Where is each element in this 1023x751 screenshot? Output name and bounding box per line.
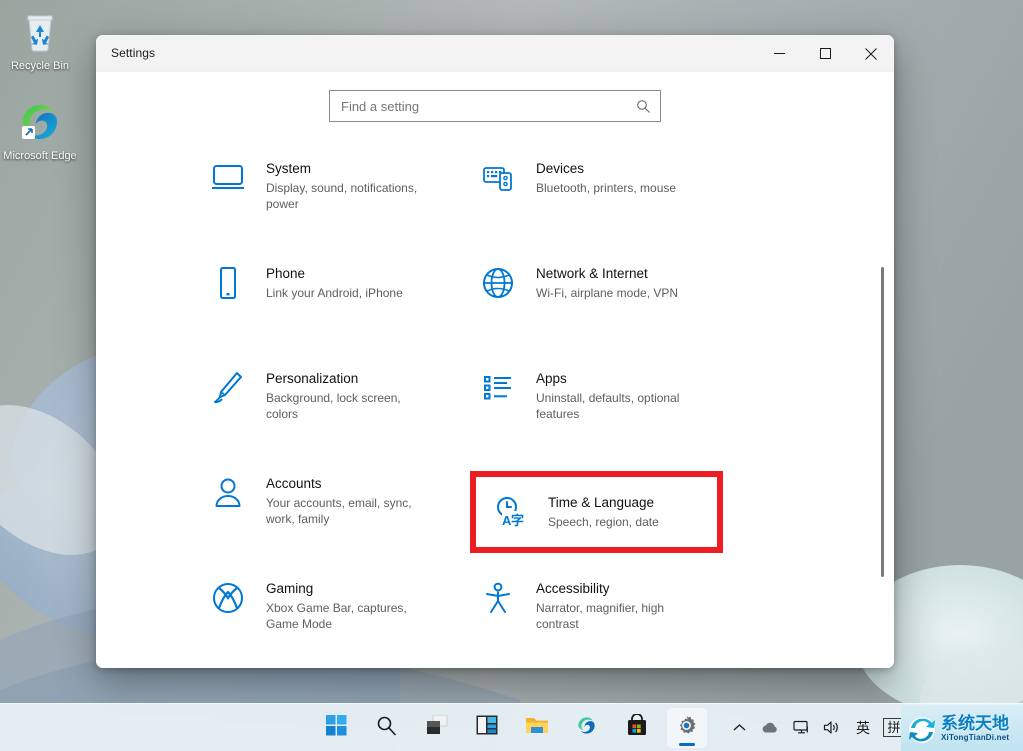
taskbar-item-file-explorer[interactable] [517, 708, 557, 748]
tile-description: Background, lock screen, colors [266, 390, 436, 422]
window-scrollbar[interactable] [876, 72, 888, 668]
minimize-button[interactable] [756, 35, 802, 72]
settings-tile-devices[interactable]: Devices Bluetooth, printers, mouse [476, 150, 746, 255]
taskbar-item-widgets[interactable] [467, 708, 507, 748]
applist-icon [476, 368, 520, 408]
search-icon [376, 715, 397, 741]
tile-title: Personalization [266, 370, 436, 387]
monitor-icon [206, 158, 250, 198]
desktop-icon-microsoft-edge[interactable]: Microsoft Edge [0, 98, 80, 163]
xbox-icon [206, 578, 250, 618]
person-icon [206, 473, 250, 513]
settings-tile-apps[interactable]: Apps Uninstall, defaults, optional featu… [476, 360, 746, 465]
window-titlebar[interactable]: Settings [96, 35, 894, 72]
close-button[interactable] [848, 35, 894, 72]
tile-title: Devices [536, 160, 676, 177]
chevron-up-icon[interactable] [728, 713, 750, 743]
settings-tile-time-language[interactable]: A 字 Time & Language Speech, region, date [476, 477, 717, 547]
ime-english-icon[interactable]: 英 [852, 713, 874, 743]
time-language-icon: A 字 [488, 492, 532, 532]
settings-tile-personalization[interactable]: Personalization Background, lock screen,… [206, 360, 476, 465]
tile-description: Display, sound, notifications, power [266, 180, 436, 212]
desktop-icon-label-line2: Edge [51, 150, 77, 162]
taskbar-item-task-view[interactable] [417, 708, 457, 748]
tile-description: Wi-Fi, airplane mode, VPN [536, 285, 678, 301]
tile-title: Accounts [266, 475, 436, 492]
svg-text:字: 字 [511, 513, 524, 528]
task-view-icon [426, 715, 448, 740]
taskbar-item-start[interactable] [317, 708, 357, 748]
taskbar-item-search[interactable] [367, 708, 407, 748]
tile-description: Your accounts, email, sync, work, family [266, 495, 436, 527]
paintbrush-icon [206, 368, 250, 408]
tile-title: System [266, 160, 436, 177]
taskbar-center-group [317, 708, 707, 748]
tile-description: Xbox Game Bar, captures, Game Mode [266, 600, 436, 632]
devices-icon [476, 158, 520, 198]
edge-icon [0, 98, 80, 146]
taskbar: 英 拼 系统天地 XiTongTianDi.net [0, 703, 1023, 751]
taskbar-item-microsoft-edge[interactable] [567, 708, 607, 748]
settings-tile-accessibility[interactable]: Accessibility Narrator, magnifier, high … [476, 570, 746, 668]
settings-tile-network-internet[interactable]: Network & Internet Wi-Fi, airplane mode,… [476, 255, 746, 360]
scrollbar-thumb[interactable] [881, 267, 884, 577]
tile-description: Uninstall, defaults, optional features [536, 390, 706, 422]
globe-icon [476, 263, 520, 303]
gear-icon [675, 714, 698, 742]
tile-description: Narrator, magnifier, high contrast [536, 600, 706, 632]
system-tray: 英 拼 [728, 713, 905, 743]
network-icon[interactable] [790, 713, 812, 743]
tile-title: Network & Internet [536, 265, 678, 282]
taskbar-item-settings[interactable] [667, 708, 707, 748]
tile-title: Gaming [266, 580, 436, 597]
settings-tile-accounts[interactable]: Accounts Your accounts, email, sync, wor… [206, 465, 476, 570]
windows-start-icon [326, 715, 347, 741]
accessibility-icon [476, 578, 520, 618]
phone-icon [206, 263, 250, 303]
desktop-icon-label: Recycle Bin [11, 60, 69, 72]
recycle-bin-icon [0, 8, 80, 56]
settings-tiles-grid: System Display, sound, notifications, po… [96, 150, 894, 668]
search-input[interactable] [341, 99, 636, 114]
folder-icon [525, 715, 549, 740]
watermark-text-cn: 系统天地 [941, 715, 1009, 732]
maximize-button[interactable] [802, 35, 848, 72]
speaker-icon[interactable] [821, 713, 843, 743]
window-controls [756, 35, 894, 72]
tile-title: Accessibility [536, 580, 706, 597]
settings-window: Settings [96, 35, 894, 668]
tile-description: Speech, region, date [548, 514, 659, 530]
watermark-logo-icon [905, 711, 939, 745]
search-icon[interactable] [636, 99, 651, 114]
settings-tile-system[interactable]: System Display, sound, notifications, po… [206, 150, 476, 255]
window-title: Settings [96, 46, 155, 60]
watermark-text-en: XiTongTianDi.net [941, 734, 1009, 742]
widgets-icon [476, 715, 498, 740]
taskbar-item-microsoft-store[interactable] [617, 708, 657, 748]
desktop-icon-label-line1: Microsoft [3, 150, 48, 162]
desktop-icon-recycle-bin[interactable]: Recycle Bin [0, 8, 80, 73]
tile-title: Phone [266, 265, 403, 282]
tile-title: Apps [536, 370, 706, 387]
store-icon [626, 714, 648, 741]
search-row [96, 72, 894, 122]
search-box[interactable] [329, 90, 661, 122]
tile-description: Bluetooth, printers, mouse [536, 180, 676, 196]
settings-tile-phone[interactable]: Phone Link your Android, iPhone [206, 255, 476, 360]
settings-tile-gaming[interactable]: Gaming Xbox Game Bar, captures, Game Mod… [206, 570, 476, 668]
edge-icon [575, 714, 598, 742]
tile-description: Link your Android, iPhone [266, 285, 403, 301]
cloud-icon[interactable] [759, 713, 781, 743]
site-watermark: 系统天地 XiTongTianDi.net [901, 705, 1023, 751]
settings-content: System Display, sound, notifications, po… [96, 72, 894, 668]
tile-title: Time & Language [548, 494, 659, 511]
